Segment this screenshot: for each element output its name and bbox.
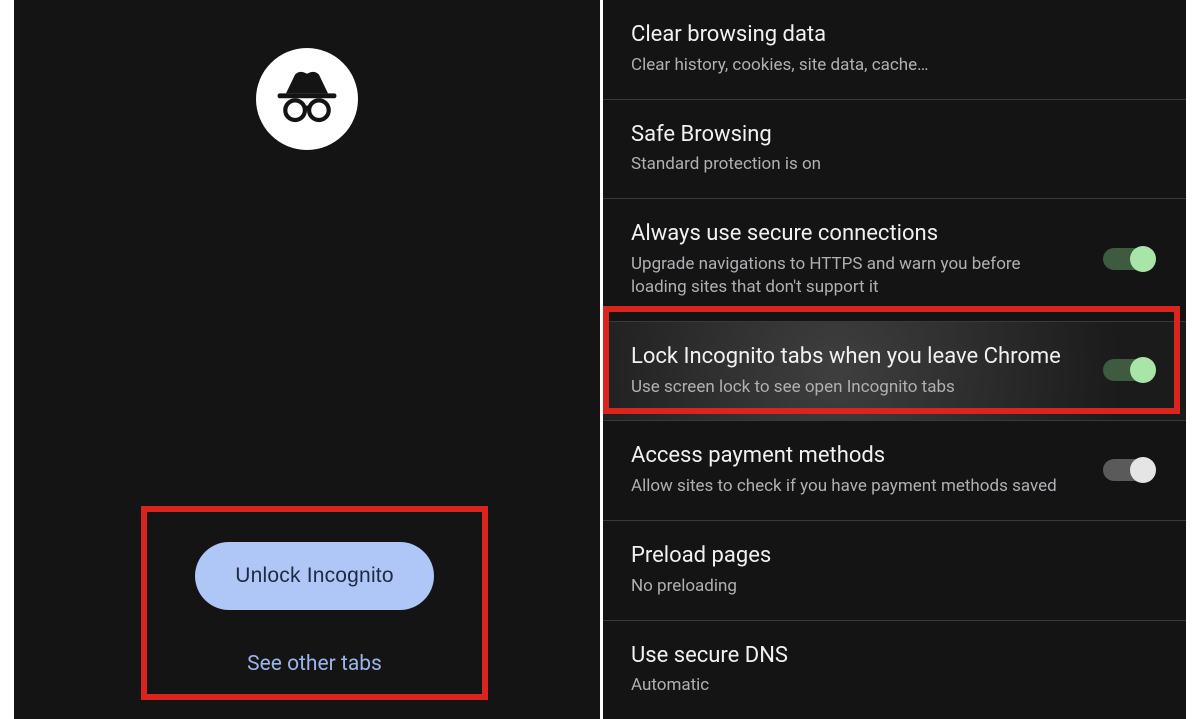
setting-text: Preload pages No preloading	[631, 541, 1158, 598]
setting-clear-browsing-data[interactable]: Clear browsing data Clear history, cooki…	[603, 0, 1186, 100]
setting-title: Preload pages	[631, 541, 1158, 571]
setting-title: Always use secure connections	[631, 219, 1080, 249]
annotation-highlight-left: Unlock Incognito See other tabs	[141, 506, 488, 700]
incognito-lock-screen: Unlock Incognito See other tabs	[14, 0, 600, 719]
toggle-payment-methods[interactable]	[1100, 455, 1158, 485]
setting-subtitle: Clear history, cookies, site data, cache…	[631, 54, 1158, 77]
setting-subtitle: Automatic	[631, 674, 1158, 697]
setting-subtitle: Use screen lock to see open Incognito ta…	[631, 376, 1080, 399]
setting-always-secure-connections[interactable]: Always use secure connections Upgrade na…	[603, 199, 1186, 322]
setting-title: Lock Incognito tabs when you leave Chrom…	[631, 342, 1080, 372]
see-other-tabs-link[interactable]: See other tabs	[247, 652, 382, 676]
unlock-incognito-button[interactable]: Unlock Incognito	[195, 542, 433, 610]
setting-use-secure-dns[interactable]: Use secure DNS Automatic	[603, 621, 1186, 719]
setting-subtitle: Standard protection is on	[631, 153, 1158, 176]
setting-access-payment-methods[interactable]: Access payment methods Allow sites to ch…	[603, 421, 1186, 521]
setting-subtitle: Upgrade navigations to HTTPS and warn yo…	[631, 253, 1080, 299]
setting-text: Use secure DNS Automatic	[631, 641, 1158, 698]
setting-text: Lock Incognito tabs when you leave Chrom…	[631, 342, 1080, 399]
setting-title: Access payment methods	[631, 441, 1080, 471]
setting-safe-browsing[interactable]: Safe Browsing Standard protection is on	[603, 100, 1186, 200]
setting-title: Safe Browsing	[631, 120, 1158, 150]
privacy-settings-list: Clear browsing data Clear history, cooki…	[600, 0, 1186, 719]
setting-subtitle: Allow sites to check if you have payment…	[631, 475, 1080, 498]
setting-subtitle: No preloading	[631, 575, 1158, 598]
setting-lock-incognito-tabs[interactable]: Lock Incognito tabs when you leave Chrom…	[603, 322, 1186, 422]
setting-text: Safe Browsing Standard protection is on	[631, 120, 1158, 177]
toggle-secure-connections[interactable]	[1100, 244, 1158, 274]
incognito-icon	[256, 48, 358, 150]
toggle-lock-incognito[interactable]	[1100, 355, 1158, 385]
setting-text: Clear browsing data Clear history, cooki…	[631, 20, 1158, 77]
setting-preload-pages[interactable]: Preload pages No preloading	[603, 521, 1186, 621]
setting-title: Clear browsing data	[631, 20, 1158, 50]
setting-text: Always use secure connections Upgrade na…	[631, 219, 1080, 299]
setting-title: Use secure DNS	[631, 641, 1158, 671]
setting-text: Access payment methods Allow sites to ch…	[631, 441, 1080, 498]
composite-screenshot: Unlock Incognito See other tabs Clear br…	[14, 0, 1186, 719]
